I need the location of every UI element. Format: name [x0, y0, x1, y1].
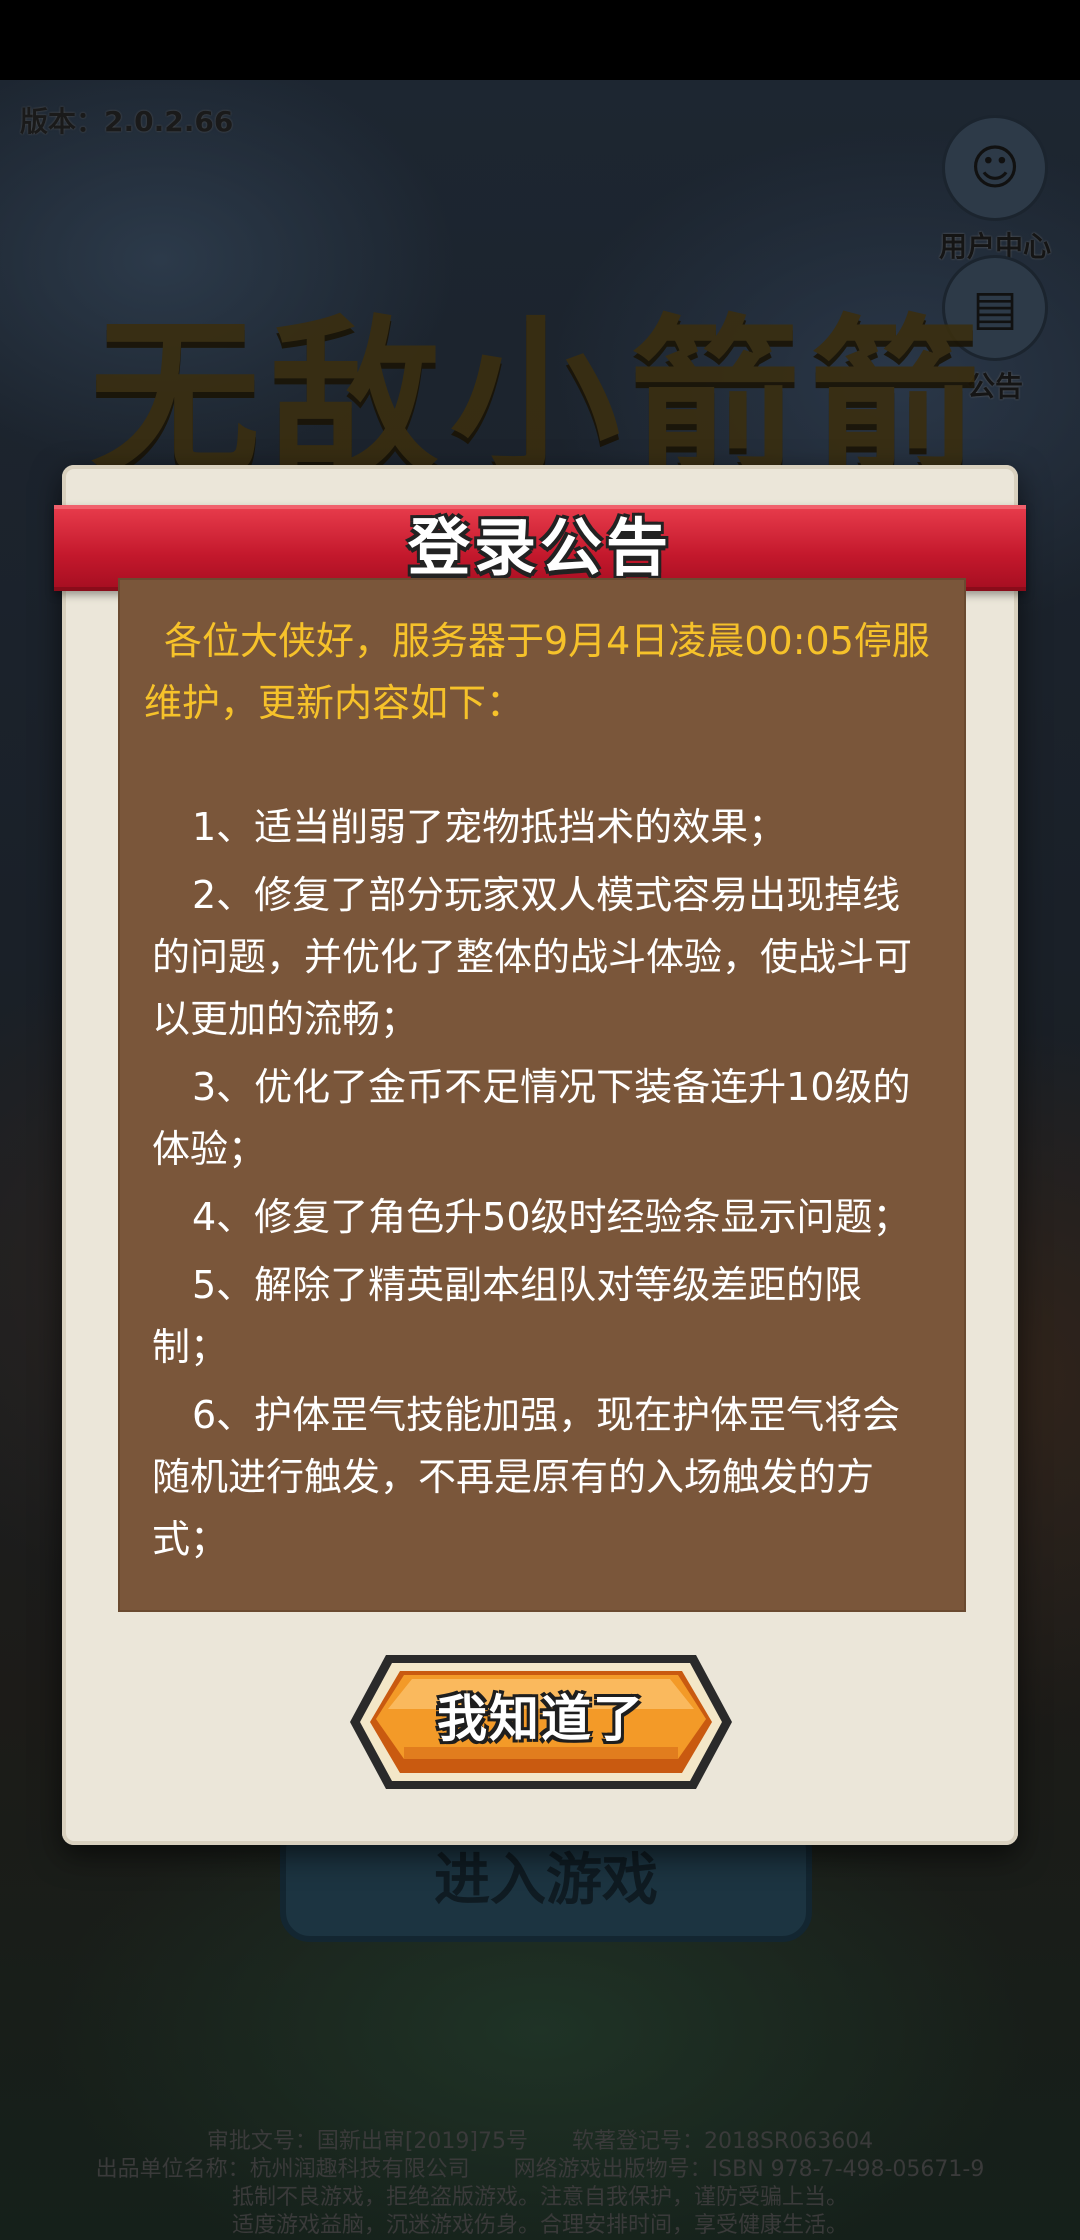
status-bar — [0, 0, 1080, 80]
announcement-item: 6、护体罡气技能加强，现在护体罡气将会随机进行触发，不再是原有的入场触发的方式； — [152, 1393, 901, 1561]
dialog-title: 登录公告 — [407, 511, 672, 584]
footer-line: 抵制不良游戏，拒绝盗版游戏。注意自我保护，谨防受骗上当。 — [231, 2185, 848, 2210]
announcement-item: 4、修复了角色升50级时经验条显示问题； — [192, 1195, 911, 1239]
footer-line: 出品单位名称：杭州润趣科技有限公司 网络游戏出版物号：ISBN 978-7-49… — [95, 2157, 985, 2182]
announcement-dialog: 登录公告 各位大侠好，服务器于9月4日凌晨00:05停服维护，更新内容如下： 1… — [50, 457, 1030, 1845]
announcement-intro: 各位大侠好，服务器于9月4日凌晨00:05停服维护，更新内容如下： — [144, 619, 930, 725]
footer-line: 审批文号：国新出审[2019]75号 软著登记号：2018SR063604 — [206, 2129, 874, 2154]
announcement-item: 3、优化了金币不足情况下装备连升10级的体验； — [152, 1065, 911, 1171]
announcement-item: 1、适当削弱了宠物抵挡术的效果； — [192, 805, 787, 849]
footer-line: 适度游戏益脑，沉迷游戏伤身。合理安排时间，享受健康生活。 — [231, 2213, 848, 2238]
announcement-content-scroll[interactable]: 各位大侠好，服务器于9月4日凌晨00:05停服维护，更新内容如下： 1、适当削弱… — [118, 578, 966, 1612]
legal-footer: 审批文号：国新出审[2019]75号 软著登记号：2018SR063604 出品… — [0, 2128, 1080, 2240]
acknowledge-label: 我知道了 — [437, 1690, 645, 1748]
user-center-button[interactable]: ☺ 用户中心 — [935, 115, 1055, 265]
announcement-item: 5、解除了精英副本组队对等级差距的限制； — [152, 1263, 863, 1369]
user-avatar-icon: ☺ — [942, 115, 1048, 221]
announcement-item: 2、修复了部分玩家双人模式容易出现掉线的问题，并优化了整体的战斗体验，使战斗可以… — [152, 873, 913, 1041]
version-label: 版本：2.0.2.66 — [20, 105, 234, 138]
acknowledge-button[interactable]: 我知道了 — [346, 1647, 736, 1797]
